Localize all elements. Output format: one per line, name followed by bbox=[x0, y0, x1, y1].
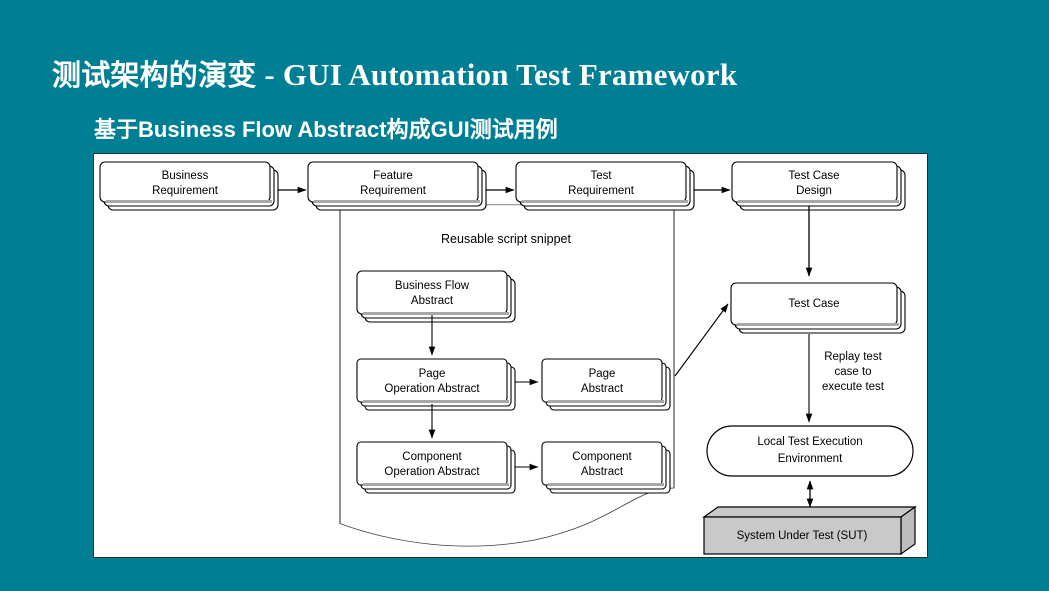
node-label-line1: Test Case bbox=[788, 170, 839, 182]
page-title-cjk: 测试架构的演变 bbox=[52, 58, 257, 92]
edge-snippet-to-test-case bbox=[674, 303, 729, 377]
node-label-line2: Environment bbox=[778, 453, 843, 465]
node-label-line1: Feature bbox=[373, 170, 413, 182]
page-title: 测试架构的演变 - GUI Automation Test Framework bbox=[52, 52, 737, 94]
node-label: System Under Test (SUT) bbox=[737, 530, 868, 542]
node-label-line2: Abstract bbox=[581, 383, 624, 395]
node-test-case[interactable]: Test Case bbox=[730, 282, 906, 334]
node-business-requirement[interactable]: Business Requirement bbox=[99, 161, 279, 211]
node-business-flow-abstract[interactable]: Business Flow Abstract bbox=[356, 270, 516, 323]
node-label-line2: Requirement bbox=[360, 185, 427, 197]
node-label-line2: Requirement bbox=[152, 185, 219, 197]
node-label-line1: Page bbox=[589, 368, 616, 380]
node-label-line1: Local Test Execution bbox=[757, 436, 862, 448]
node-label-line2: Requirement bbox=[568, 185, 635, 197]
node-label-line2: Operation Abstract bbox=[384, 383, 480, 395]
page-subtitle-cjk-suffix: 测试用例 bbox=[469, 118, 558, 143]
node-label-line1: Page bbox=[419, 368, 446, 380]
node-label-line2: Abstract bbox=[411, 295, 454, 307]
node-label-line1: Business Flow bbox=[395, 280, 470, 292]
node-test-case-design[interactable]: Test Case Design bbox=[731, 161, 906, 211]
page-title-separator: - bbox=[256, 57, 283, 92]
node-test-requirement[interactable]: Test Requirement bbox=[515, 161, 695, 211]
slide-canvas: 测试架构的演变 - GUI Automation Test Framework … bbox=[0, 0, 1049, 591]
node-label-line2: Operation Abstract bbox=[384, 466, 480, 478]
edge-label-replay: Replay test case to execute test bbox=[822, 351, 885, 393]
page-subtitle-latin-mid: Business Flow Abstract bbox=[138, 117, 387, 142]
page-subtitle-latin-tail: GUI bbox=[430, 117, 470, 142]
node-label-line2: Abstract bbox=[581, 466, 624, 478]
node-label-line2: Design bbox=[796, 185, 832, 197]
replay-label-line3: execute test bbox=[822, 381, 885, 393]
node-page-abstract[interactable]: Page Abstract bbox=[541, 358, 671, 411]
node-label-line1: Component bbox=[572, 451, 632, 463]
reusable-script-snippet-label: Reusable script snippet bbox=[441, 232, 571, 246]
page-subtitle-cjk-prefix: 基于 bbox=[94, 118, 139, 143]
node-label-line1: Business bbox=[162, 170, 209, 182]
node-feature-requirement[interactable]: Feature Requirement bbox=[307, 161, 487, 211]
node-local-test-execution-environment[interactable]: Local Test Execution Environment bbox=[706, 425, 914, 477]
page-title-latin: GUI Automation Test Framework bbox=[282, 57, 738, 92]
page-subtitle-cjk-mid: 构成 bbox=[386, 118, 431, 143]
node-label-line1: Test bbox=[590, 170, 612, 182]
framework-diagram: Reusable script snippet Business Require… bbox=[99, 161, 917, 556]
replay-label-line2: case to bbox=[834, 366, 871, 378]
node-component-operation-abstract[interactable]: Component Operation Abstract bbox=[356, 441, 516, 494]
node-label-line1: Test Case bbox=[788, 298, 839, 310]
node-label-line1: Component bbox=[402, 451, 462, 463]
page-subtitle: 基于Business Flow Abstract构成GUI测试用例 bbox=[94, 112, 558, 144]
replay-label-line1: Replay test bbox=[824, 351, 882, 363]
node-page-operation-abstract[interactable]: Page Operation Abstract bbox=[356, 358, 516, 411]
node-system-under-test[interactable]: System Under Test (SUT) bbox=[702, 505, 917, 556]
node-component-abstract[interactable]: Component Abstract bbox=[541, 441, 671, 494]
diagram-panel: Reusable script snippet Business Require… bbox=[93, 153, 928, 558]
